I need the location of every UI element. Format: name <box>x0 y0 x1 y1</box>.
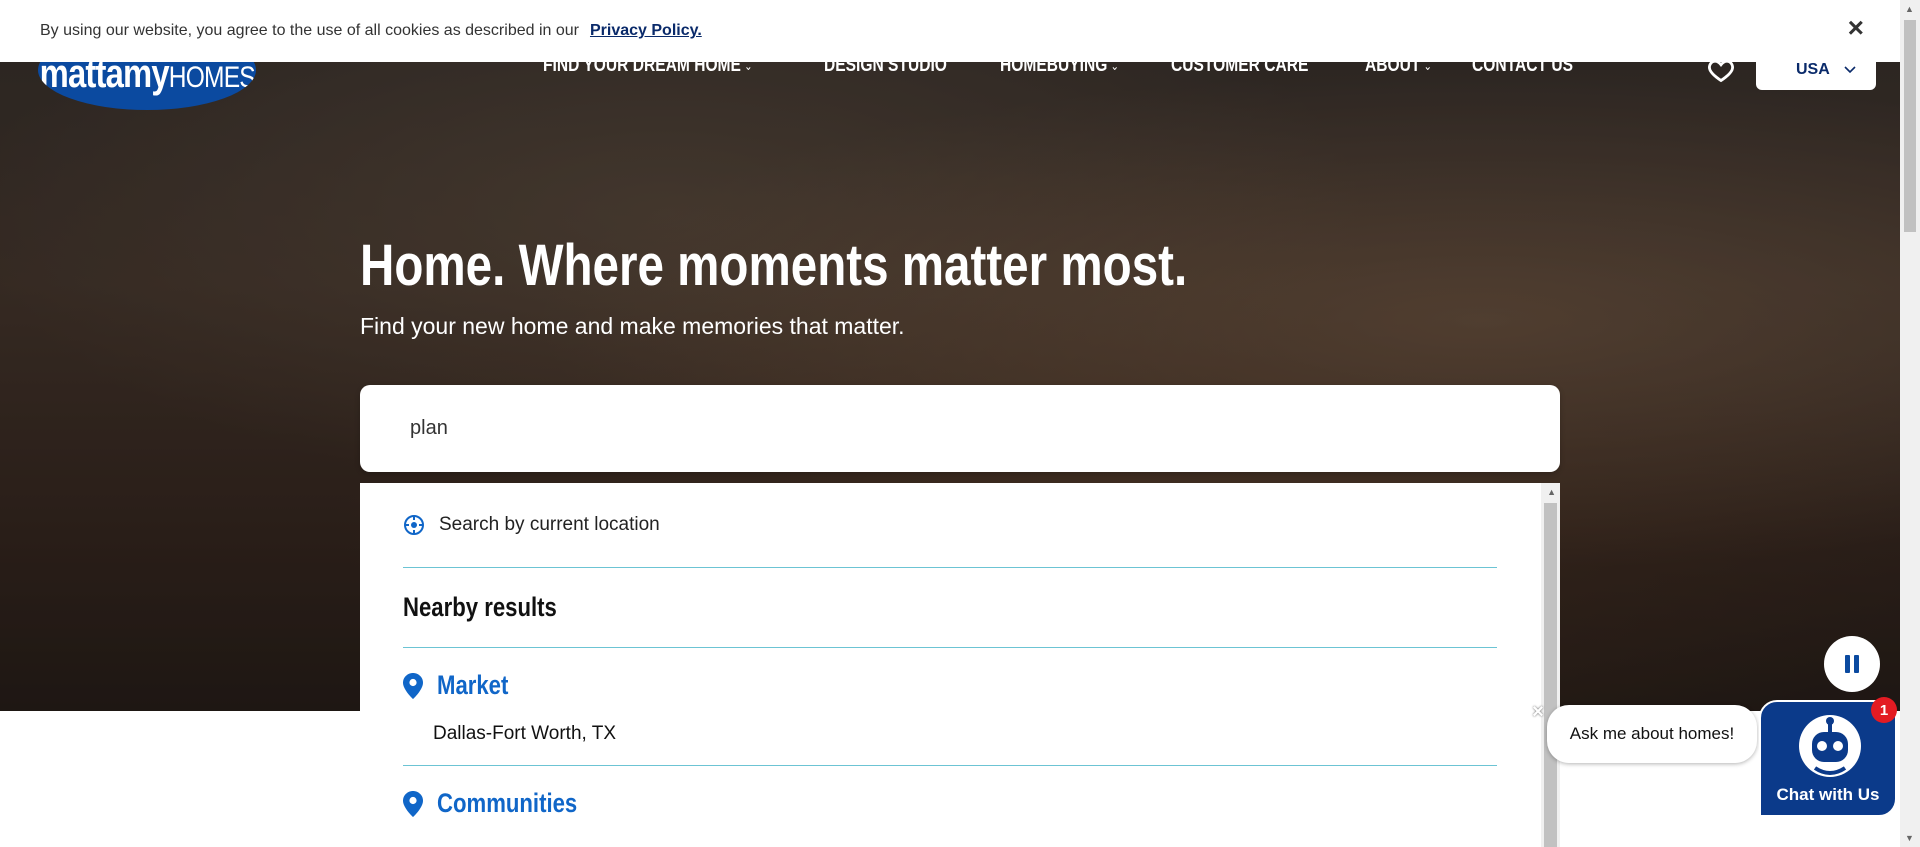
chat-button-label: Chat with Us <box>1776 785 1880 804</box>
dropdown-scroll-thumb[interactable] <box>1544 503 1557 847</box>
pause-video-button[interactable] <box>1824 636 1880 692</box>
hero-headline: Home. Where moments matter most. <box>360 233 1188 298</box>
page-scrollbar[interactable]: ▲ ▼ <box>1900 0 1920 847</box>
privacy-policy-link[interactable]: Privacy Policy. <box>590 22 702 40</box>
section-label: Market <box>437 670 509 700</box>
map-pin-icon <box>403 672 423 699</box>
market-section: Market Dallas-Fort Worth, TX <box>403 648 1497 766</box>
nearby-results-heading: Nearby results <box>403 568 1497 648</box>
communities-section: Communities <box>403 766 1497 841</box>
close-icon[interactable]: × <box>1528 702 1548 722</box>
search-box <box>360 385 1560 472</box>
hero-subheading: Find your new home and make memories tha… <box>360 313 905 339</box>
country-value: USA <box>1796 61 1830 78</box>
scroll-down-arrow-icon[interactable]: ▼ <box>1905 833 1914 843</box>
chat-prompt-bubble[interactable]: Ask me about homes! <box>1547 705 1757 763</box>
chevron-down-icon <box>1844 66 1856 74</box>
logo-subtext: HOMES <box>168 61 256 94</box>
search-input[interactable] <box>410 417 1560 440</box>
crosshair-icon <box>404 515 424 535</box>
pause-icon <box>1845 655 1859 673</box>
notification-badge: 1 <box>1871 697 1897 723</box>
map-pin-icon <box>403 790 423 817</box>
section-label: Communities <box>437 788 578 818</box>
cookie-message: By using our website, you agree to the u… <box>40 22 579 39</box>
search-suggestions: Search by current location Nearby result… <box>360 483 1560 847</box>
scroll-up-arrow-icon[interactable]: ▲ <box>1547 487 1556 497</box>
current-location-label: Search by current location <box>439 514 660 535</box>
close-icon[interactable]: × <box>1848 14 1864 42</box>
cookie-banner: By using our website, you agree to the u… <box>0 0 1900 62</box>
section-title-market: Market <box>403 648 1497 723</box>
chatbot-robot-icon <box>1799 715 1861 777</box>
search-current-location[interactable]: Search by current location <box>403 483 1497 568</box>
page-scroll-thumb[interactable] <box>1904 20 1916 232</box>
section-title-communities: Communities <box>403 766 1497 841</box>
dropdown-scrollbar[interactable]: ▲ <box>1541 483 1560 847</box>
chat-prompt-text: Ask me about homes! <box>1569 724 1735 743</box>
scroll-up-arrow-icon[interactable]: ▲ <box>1905 4 1914 14</box>
result-item[interactable]: Dallas-Fort Worth, TX <box>403 723 1497 765</box>
nearby-heading-text: Nearby results <box>403 592 557 622</box>
